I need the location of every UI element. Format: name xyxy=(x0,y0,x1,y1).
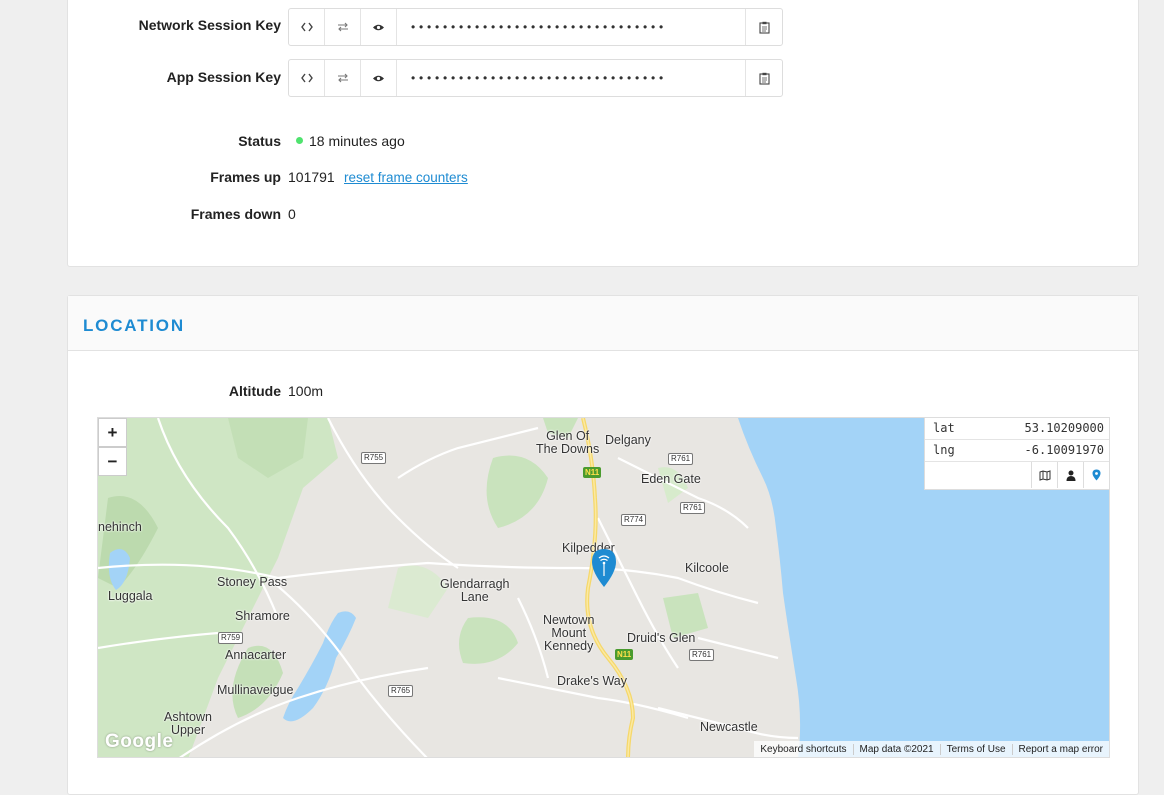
map-label-newcastle: Newcastle xyxy=(700,720,758,734)
map-label-hehinch: nehinch xyxy=(98,520,142,534)
road-shield-r761: R761 xyxy=(668,453,694,465)
network-session-key-value: •••••••••••••••••••••••••••••••• xyxy=(397,9,746,45)
app-session-key-label: App Session Key xyxy=(166,69,281,85)
frames-up-label: Frames up xyxy=(210,169,281,185)
session-card: Network Session Key ••••••••••••••••••••… xyxy=(67,0,1139,267)
swap-byte-order-icon[interactable] xyxy=(325,60,361,96)
altitude-value: 100m xyxy=(288,383,324,399)
map-label-annacarter: Annacarter xyxy=(225,648,287,662)
longitude-label: lng xyxy=(933,443,955,457)
location-card: LOCATION Altitude 100m Glen Of The Downs… xyxy=(67,295,1139,795)
map-label-luggala: Luggala xyxy=(108,589,153,603)
map-label-mullinaveigue: Mullinaveigue xyxy=(217,683,294,697)
status-indicator-dot xyxy=(296,137,303,144)
code-toggle-icon[interactable] xyxy=(289,60,325,96)
frames-down-label: Frames down xyxy=(190,206,281,222)
map-label-drakes-way: Drake's Way xyxy=(557,674,627,688)
status-value: 18 minutes ago xyxy=(309,133,405,149)
google-logo: Google xyxy=(105,731,174,752)
zoom-in-button[interactable]: + xyxy=(98,418,127,447)
location-card-header: LOCATION xyxy=(68,296,1138,351)
report-map-error-link[interactable]: Report a map error xyxy=(1011,743,1109,755)
gateway-location-marker[interactable] xyxy=(591,548,617,593)
map-label-shramore: Shramore xyxy=(235,609,290,623)
map-label-stoney-pass: Stoney Pass xyxy=(217,575,288,589)
coordinates-panel: lat 53.10209000 lng -6.10091970 xyxy=(924,418,1109,490)
location-pin-icon[interactable] xyxy=(1083,462,1109,488)
road-shield-r765: R765 xyxy=(388,685,414,697)
clipboard-icon[interactable] xyxy=(746,9,782,45)
map-label-eden-gate: Eden Gate xyxy=(641,472,701,486)
zoom-out-button[interactable]: − xyxy=(98,447,127,476)
location-map[interactable]: Glen Of The Downs Delgany Eden Gate Kilp… xyxy=(97,417,1110,758)
frames-up-value: 101791 xyxy=(288,169,335,185)
location-title: LOCATION xyxy=(83,316,185,335)
longitude-value[interactable]: -6.10091970 xyxy=(1025,443,1104,457)
road-shield-r761: R761 xyxy=(680,502,706,514)
road-shield-r755: R755 xyxy=(361,452,387,464)
network-session-key-field: •••••••••••••••••••••••••••••••• xyxy=(288,8,783,46)
code-toggle-icon[interactable] xyxy=(289,9,325,45)
reset-frame-counters-link[interactable]: reset frame counters xyxy=(344,170,468,185)
map-data-text: Map data ©2021 xyxy=(852,743,940,755)
map-label-delgany: Delgany xyxy=(605,433,651,447)
road-shield-n11: N11 xyxy=(615,649,634,660)
map-label-kilcoole: Kilcoole xyxy=(685,561,729,575)
network-session-key-label: Network Session Key xyxy=(138,17,281,33)
map-label-druids-glen: Druid's Glen xyxy=(627,631,696,645)
person-icon[interactable] xyxy=(1057,462,1083,488)
eye-icon[interactable] xyxy=(361,9,397,45)
map-attribution-bar: Keyboard shortcuts Map data ©2021 Terms … xyxy=(754,741,1109,757)
eye-icon[interactable] xyxy=(361,60,397,96)
map-label-newtown-mount-kennedy: Newtown Mount Kennedy xyxy=(543,613,595,653)
latitude-value[interactable]: 53.10209000 xyxy=(1025,421,1104,435)
road-shield-r759: R759 xyxy=(218,632,244,644)
keyboard-shortcuts-link[interactable]: Keyboard shortcuts xyxy=(754,744,852,755)
road-shield-n11: N11 xyxy=(583,467,602,478)
altitude-label: Altitude xyxy=(228,383,281,399)
latitude-row: lat 53.10209000 xyxy=(933,418,1104,438)
app-session-key-field: •••••••••••••••••••••••••••••••• xyxy=(288,59,783,97)
road-shield-r774: R774 xyxy=(621,514,647,526)
map-view-icon[interactable] xyxy=(1031,462,1057,488)
clipboard-icon[interactable] xyxy=(746,60,782,96)
map-label-glen-of-the-downs: Glen Of The Downs xyxy=(536,429,600,456)
latitude-label: lat xyxy=(933,421,955,435)
longitude-row: lng -6.10091970 xyxy=(933,440,1104,460)
status-label: Status xyxy=(238,133,281,149)
swap-byte-order-icon[interactable] xyxy=(325,9,361,45)
terms-of-use-link[interactable]: Terms of Use xyxy=(939,743,1012,755)
frames-down-value: 0 xyxy=(288,206,296,222)
map-label-glendarragh-lane: Glendarragh Lane xyxy=(440,577,510,604)
road-shield-r761: R761 xyxy=(689,649,715,661)
app-session-key-value: •••••••••••••••••••••••••••••••• xyxy=(397,60,746,96)
